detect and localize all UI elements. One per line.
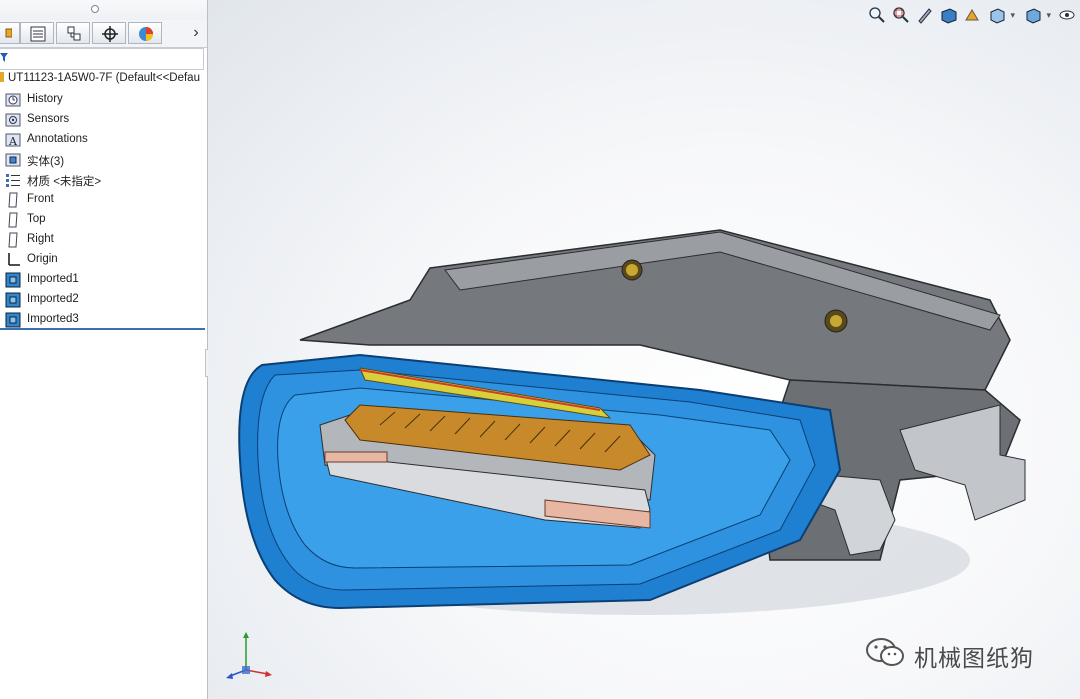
- tree-item-label: Right: [27, 233, 54, 245]
- tree-item-label: Origin: [27, 253, 58, 265]
- tree-item-imported1[interactable]: Imported1: [0, 270, 207, 290]
- tree-item-material[interactable]: 材质 <未指定>: [0, 170, 207, 190]
- imported-body-icon: [5, 312, 21, 328]
- tree-filter-input[interactable]: [0, 48, 204, 70]
- hide-show-items-icon[interactable]: [1058, 6, 1076, 26]
- tree-item-label: Imported2: [27, 293, 79, 305]
- plane-icon: [8, 232, 18, 248]
- imported-body-icon: [5, 292, 21, 308]
- property-manager-tab[interactable]: [20, 22, 54, 44]
- svg-text:A: A: [8, 135, 18, 148]
- configuration-manager-tab[interactable]: [56, 22, 90, 44]
- panel-tab-bar: ›: [0, 20, 207, 48]
- annotations-icon: A: [5, 133, 21, 148]
- tree-item-top-plane[interactable]: Top: [0, 210, 207, 230]
- tree-item-label: 材质 <未指定>: [27, 176, 102, 188]
- more-tabs-chevron-icon[interactable]: ›: [189, 22, 203, 44]
- material-icon: [6, 174, 20, 187]
- tree-item-label: Imported3: [27, 313, 79, 325]
- dynamic-annotation-icon[interactable]: [964, 6, 982, 26]
- solid-bodies-folder-icon: [5, 153, 21, 167]
- tree-item-label: Imported1: [27, 273, 79, 285]
- imported-body-icon: [5, 272, 21, 288]
- feature-manager-panel: › UT11123-1A5W0-7F (Default<<Defau Histo…: [0, 0, 208, 699]
- part-icon: [0, 72, 4, 82]
- watermark: 机械图纸狗: [864, 637, 1033, 672]
- tree-item-label: Sensors: [27, 113, 70, 125]
- tree-item-imported3[interactable]: Imported3: [0, 310, 207, 330]
- view-orientation-icon[interactable]: [988, 6, 1015, 26]
- reference-triad-icon: [226, 632, 272, 679]
- tree-item-imported2[interactable]: Imported2: [0, 290, 207, 310]
- display-style-icon[interactable]: [1024, 6, 1051, 26]
- tree-item-solid-bodies[interactable]: 实体(3): [0, 150, 207, 170]
- feature-manager-tab[interactable]: [0, 22, 20, 44]
- tree-item-sensors[interactable]: Sensors: [0, 110, 207, 130]
- tree-item-right-plane[interactable]: Right: [0, 230, 207, 250]
- sensors-folder-icon: [5, 113, 21, 127]
- display-manager-tab[interactable]: [128, 22, 162, 44]
- dimxpert-crosshair-icon: [102, 26, 118, 42]
- grip-dot-icon: [91, 5, 99, 13]
- dimxpert-manager-tab[interactable]: [92, 22, 126, 44]
- wechat-logo-icon: [866, 638, 904, 666]
- tree-root-label: UT11123-1A5W0-7F (Default<<Defau: [8, 72, 200, 84]
- filter-funnel-icon: [0, 53, 8, 62]
- watermark-text: 机械图纸狗: [914, 646, 1034, 672]
- tree-item-label: Front: [27, 193, 54, 205]
- plane-icon: [8, 192, 18, 208]
- tree-item-history[interactable]: History: [0, 90, 207, 110]
- configuration-manager-icon: [67, 26, 81, 41]
- zoom-to-area-icon[interactable]: [892, 6, 910, 26]
- usb-c-connector-model: [238, 229, 1026, 615]
- tree-item-label: 实体(3): [27, 156, 65, 168]
- section-view-icon[interactable]: [940, 6, 958, 26]
- zoom-to-fit-icon[interactable]: [868, 6, 886, 26]
- panel-grip[interactable]: [0, 0, 207, 21]
- tree-root-part[interactable]: UT11123-1A5W0-7F (Default<<Defau: [0, 72, 200, 88]
- tree-item-label: Top: [27, 213, 46, 225]
- rollback-bar[interactable]: [0, 328, 205, 330]
- previous-view-icon[interactable]: [916, 6, 934, 26]
- plane-icon: [8, 212, 18, 228]
- tree-item-origin[interactable]: Origin: [0, 250, 207, 270]
- graphics-viewport[interactable]: [208, 0, 1080, 699]
- tree-item-label: Annotations: [27, 133, 88, 145]
- property-manager-icon: [30, 26, 46, 42]
- display-manager-pie-icon: [139, 27, 153, 41]
- feature-manager-icon: [5, 28, 12, 38]
- history-folder-icon: [5, 93, 21, 107]
- tree-item-label: History: [27, 93, 63, 105]
- tree-item-front-plane[interactable]: Front: [0, 190, 207, 210]
- origin-icon: [8, 253, 20, 266]
- tree-item-annotations[interactable]: A Annotations: [0, 130, 207, 150]
